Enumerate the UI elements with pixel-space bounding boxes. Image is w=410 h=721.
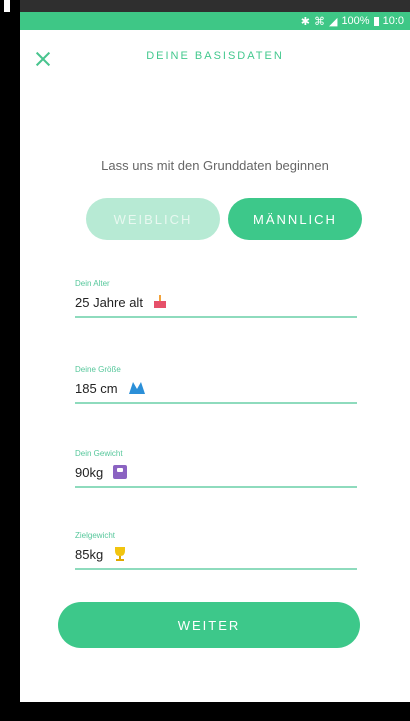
field-label: Zielgewicht (75, 531, 116, 540)
ruler-icon (128, 381, 146, 395)
bluetooth-icon: ✱ (300, 15, 310, 28)
field-weight[interactable]: Dein Gewicht 90kg (75, 449, 357, 488)
wifi-icon: ⌘ (313, 15, 325, 28)
battery-icon (373, 16, 379, 26)
field-value: 90kg (75, 464, 104, 480)
device-knob (4, 0, 10, 12)
field-age[interactable]: Dein Alter 25 Jahre alt (75, 279, 357, 318)
gender-male-button[interactable]: MÄNNLICH (228, 198, 362, 240)
field-target-weight[interactable]: Zielgewicht 85kg (75, 531, 357, 570)
field-value: 85kg (75, 546, 104, 562)
field-input[interactable]: 90kg (75, 458, 357, 488)
field-value: 25 Jahre alt (75, 294, 143, 310)
field-height[interactable]: Deine Größe 185 cm (75, 365, 357, 404)
clock: 10:0 (382, 15, 404, 27)
field-input[interactable]: 25 Jahre alt (75, 288, 357, 318)
page-title: DEINE BASISDATEN (146, 50, 284, 62)
signal-icon: ◢ (328, 15, 338, 28)
field-label: Deine Größe (75, 365, 121, 374)
continue-button[interactable]: WEITER (58, 602, 360, 648)
intro-text: Lass uns mit den Grunddaten beginnen (101, 158, 329, 173)
device-bezel-top (20, 0, 410, 12)
scale-icon (113, 465, 128, 479)
device-bezel-bottom (20, 702, 410, 721)
device-bezel-left (0, 0, 20, 721)
trophy-icon (113, 546, 127, 562)
top-bar: DEINE BASISDATEN (20, 30, 410, 90)
status-bar: ✱ ⌘ ◢ 100% 10:0 (20, 12, 410, 30)
field-input[interactable]: 185 cm (75, 374, 357, 404)
field-label: Dein Gewicht (75, 449, 123, 458)
field-label: Dein Alter (75, 279, 110, 288)
field-input[interactable]: 85kg (75, 540, 357, 570)
battery-level: 100% (341, 15, 370, 27)
cake-icon (153, 295, 167, 309)
app-screen: DEINE BASISDATEN Lass uns mit den Grundd… (20, 30, 410, 702)
gender-female-button[interactable]: WEIBLICH (86, 198, 220, 240)
field-value: 185 cm (75, 380, 118, 396)
